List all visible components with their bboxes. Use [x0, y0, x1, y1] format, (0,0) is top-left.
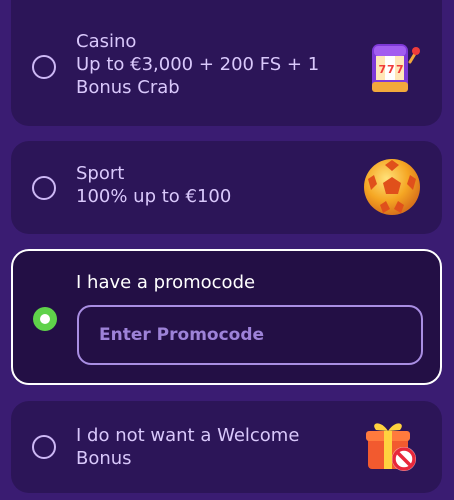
promocode-title: I have a promocode — [76, 272, 256, 293]
bonus-option-sport[interactable]: Sport 100% up to €100 — [11, 141, 442, 234]
radio-casino[interactable] — [32, 55, 56, 79]
gift-no-icon — [366, 423, 416, 471]
svg-text:7: 7 — [387, 63, 395, 76]
radio-none[interactable] — [32, 435, 56, 459]
casino-text: Casino Up to €3,000 + 200 FS + 1 Bonus C… — [76, 30, 341, 99]
slot-machine-icon: 7 7 7 — [372, 44, 420, 92]
svg-text:7: 7 — [379, 63, 387, 76]
promocode-input[interactable] — [77, 305, 423, 365]
bonus-option-promocode[interactable]: I have a promocode — [11, 249, 442, 385]
radio-promocode[interactable] — [33, 307, 57, 331]
none-text: I do not want a Welcome Bonus — [76, 424, 336, 470]
svg-text:7: 7 — [396, 63, 404, 76]
sport-title: Sport — [76, 163, 125, 184]
sport-description: 100% up to €100 — [76, 186, 232, 207]
casino-title: Casino — [76, 31, 137, 52]
radio-sport[interactable] — [32, 176, 56, 200]
promocode-text: I have a promocode — [76, 271, 255, 294]
casino-description: Up to €3,000 + 200 FS + 1 Bonus Crab — [76, 54, 320, 98]
bonus-option-none[interactable]: I do not want a Welcome Bonus — [11, 401, 442, 493]
none-title: I do not want a Welcome Bonus — [76, 425, 300, 469]
soccer-ball-icon — [364, 159, 420, 215]
sport-text: Sport 100% up to €100 — [76, 162, 231, 208]
bonus-option-casino[interactable]: Casino Up to €3,000 + 200 FS + 1 Bonus C… — [11, 0, 442, 126]
